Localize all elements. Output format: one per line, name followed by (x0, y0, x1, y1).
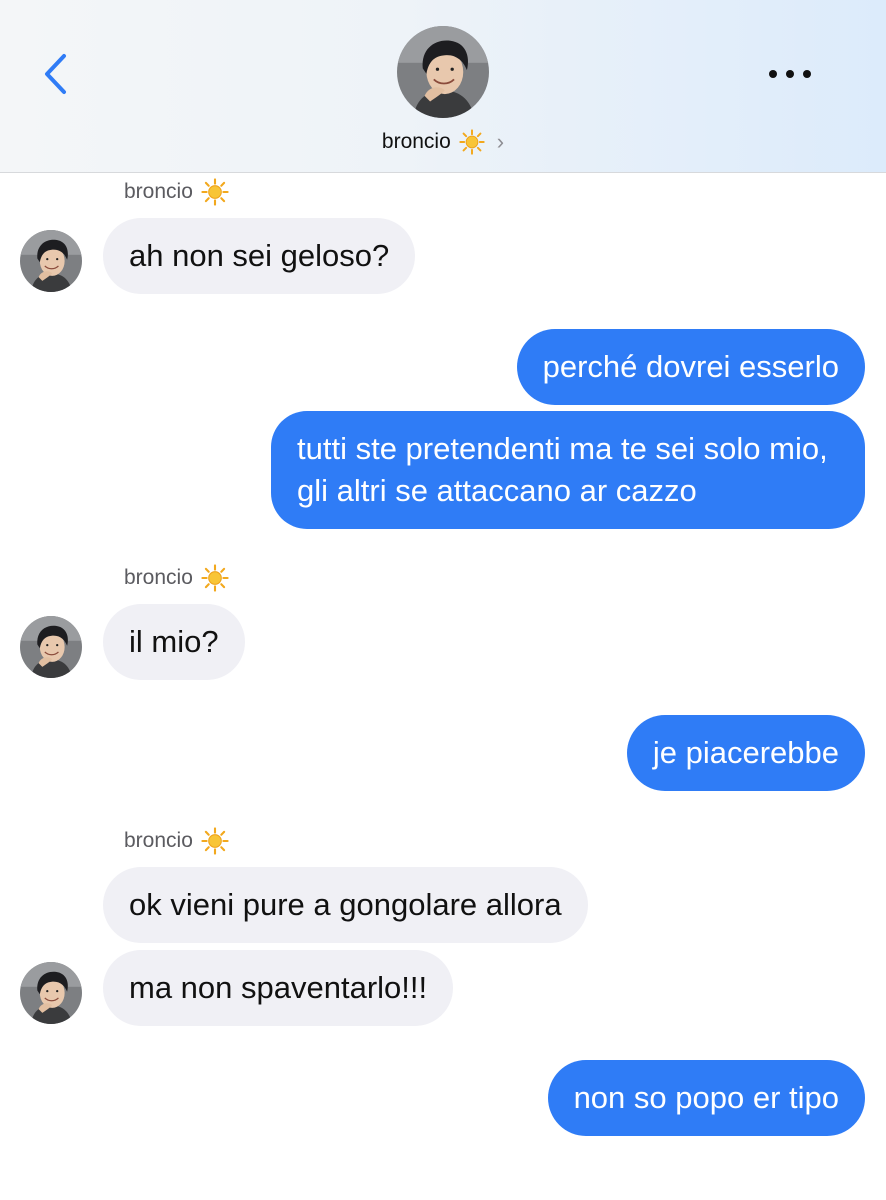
sender-name: broncio (124, 566, 193, 589)
contact-avatar[interactable] (397, 26, 489, 118)
back-button[interactable] (30, 46, 80, 102)
sender-name: broncio (124, 829, 193, 852)
sun-icon (459, 129, 485, 155)
sun-icon (201, 178, 229, 206)
chevron-right-icon: › (496, 129, 505, 154)
sender-label: broncio (124, 563, 229, 593)
conversation-header: broncio › (0, 0, 886, 173)
sender-label: broncio (124, 177, 229, 207)
sun-icon (201, 827, 229, 855)
contact-name-row[interactable]: broncio › (0, 124, 886, 160)
outgoing-message[interactable]: perché dovrei esserlo (516, 329, 865, 405)
sun-icon (201, 564, 229, 592)
contact-avatar[interactable] (20, 616, 82, 678)
incoming-message[interactable]: ok vieni pure a gongolare allora (103, 867, 588, 943)
contact-avatar[interactable] (20, 962, 82, 1024)
sender-name: broncio (124, 180, 193, 203)
contact-name: broncio (381, 130, 451, 153)
outgoing-message[interactable]: je piacerebbe (626, 715, 865, 791)
incoming-message[interactable]: il mio? (103, 604, 245, 680)
more-horizontal-icon (769, 70, 811, 78)
chevron-left-icon (45, 54, 66, 94)
sender-label: broncio (124, 826, 229, 856)
more-options-button[interactable] (760, 56, 820, 92)
incoming-message[interactable]: ma non spaventarlo!!! (103, 950, 454, 1026)
incoming-message[interactable]: ah non sei geloso? (103, 218, 416, 294)
contact-avatar[interactable] (20, 230, 82, 292)
outgoing-message[interactable]: non so popo er tipo (547, 1060, 865, 1136)
outgoing-message[interactable]: tutti ste pretendenti ma te sei solo mio… (271, 411, 865, 529)
